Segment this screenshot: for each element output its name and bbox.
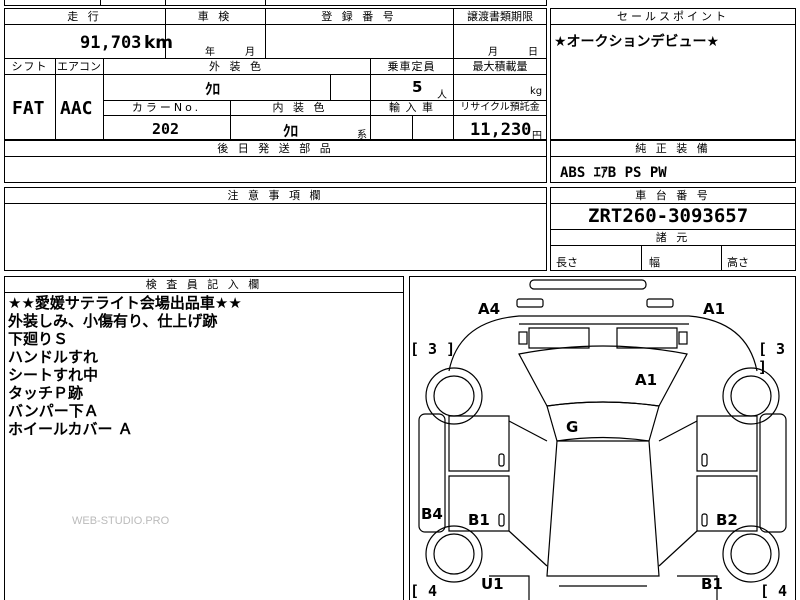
top-partial-row (4, 0, 547, 6)
caution-header: 注 意 事 項 欄 (5, 189, 546, 202)
shift-value: FAT (12, 98, 45, 119)
watermark: WEB-STUDIO.PRO (72, 515, 170, 527)
import-header: 輸 入 車 (371, 101, 452, 114)
mark-b4: B4 (421, 505, 443, 523)
later-parts-header: 後 日 発 送 部 品 (5, 142, 546, 155)
note-line: ★★愛媛サテライト会場出品車★★ (8, 294, 242, 312)
transfer-day-label: 日 (528, 47, 538, 58)
grid-line (4, 292, 404, 293)
mark-b1-bottom: B1 (701, 575, 723, 593)
bracket-front-right: [ 3 ] (758, 340, 786, 376)
aircon-header: エアコン (56, 60, 102, 73)
odometer-header: 走 行 (5, 10, 164, 23)
inspector-notes-list: ★★愛媛サテライト会場出品車★★ 外装しみ、小傷有り、仕上げ跡 下廻りＳ ハンド… (8, 294, 242, 438)
sales-point-box (550, 8, 796, 140)
max-load-unit: kg (530, 86, 543, 97)
grid-line (412, 115, 413, 140)
mark-u1: U1 (481, 575, 504, 593)
shift-header: シフト (5, 60, 54, 73)
interior-color-value: ｸﾛ (283, 122, 299, 140)
note-line: 外装しみ、小傷有り、仕上げ跡 (8, 312, 218, 330)
genuine-equipment-header: 純 正 装 備 (551, 142, 795, 155)
inspection-year-label: 年 (205, 47, 215, 58)
recycle-value: 11,230 (470, 120, 532, 140)
capacity-value: 5 (412, 78, 423, 96)
transfer-month-label: 月 (488, 47, 498, 58)
recycle-header: リサイクル預託金 (454, 101, 546, 114)
car-diagram (418, 279, 787, 600)
dimension-height-label: 高さ (727, 256, 749, 269)
capacity-header: 乗車定員 (371, 60, 452, 73)
bracket-rear-left: [ 4 (410, 582, 438, 600)
grid-line (4, 203, 547, 204)
grid-line (550, 203, 796, 204)
registration-header: 登 録 番 号 (266, 10, 452, 23)
grid-line (721, 245, 722, 271)
grid-line (330, 74, 331, 100)
mark-a4: A4 (478, 300, 501, 318)
note-line: ホイールカバー Ａ (8, 420, 133, 438)
top-partial-divider (265, 0, 266, 6)
top-partial-divider (100, 0, 101, 6)
bracket-rear-right: [ 4 (760, 582, 788, 600)
inspection-header: 車 検 (166, 10, 264, 23)
genuine-equipment-value: ABS ｴｱB PS PW (560, 165, 667, 181)
note-line: 下廻りＳ (8, 330, 69, 348)
chassis-header: 車 台 番 号 (551, 189, 795, 202)
grid-line (550, 24, 796, 25)
inspection-month-label: 月 (245, 47, 255, 58)
note-line: バンパー下Ａ (8, 402, 99, 420)
color-no-value: 202 (152, 120, 180, 138)
grid-line (550, 245, 796, 246)
dimension-length-label: 長さ (556, 256, 578, 269)
transfer-docs-header: 譲渡書類期限 (454, 10, 546, 23)
top-partial-divider (165, 0, 166, 6)
note-line: ハンドルすれ (8, 348, 99, 366)
exterior-color-value: ｸﾛ (205, 80, 221, 98)
bracket-front-left: [ 3 ] (410, 340, 456, 358)
aircon-value: AAC (60, 98, 93, 119)
interior-color-header: 内 装 色 (231, 101, 369, 114)
mark-b2: B2 (716, 511, 738, 529)
note-line: タッチＰ跡 (8, 384, 84, 402)
dimensions-header: 諸 元 (551, 231, 795, 244)
grid-line (4, 58, 547, 59)
grid-line (103, 115, 547, 116)
odometer-value: 91,703 (80, 33, 142, 53)
mark-b1-left: B1 (468, 511, 490, 529)
sales-point-text: ★オークションデビュー★ (554, 34, 720, 50)
odometer-unit: km (144, 33, 174, 53)
chassis-value: ZRT260-3093657 (588, 205, 749, 227)
sales-point-header: セールスポイント (551, 10, 795, 23)
inspector-notes-header: 検 査 員 記 入 欄 (5, 278, 403, 291)
max-load-header: 最大積載量 (454, 60, 546, 73)
exterior-color-header: 外 装 色 (104, 60, 369, 73)
capacity-unit: 人 (437, 90, 447, 101)
grid-line (641, 245, 642, 271)
grid-line (4, 24, 547, 25)
color-no-header: カラーNo. (104, 101, 229, 114)
dimension-width-label: 幅 (649, 256, 660, 269)
grid-line (4, 156, 547, 157)
interior-color-suffix: 系 (357, 130, 367, 141)
mark-a1-hood: A1 (635, 371, 658, 389)
mark-g: G (566, 418, 579, 436)
grid-line (550, 156, 796, 157)
mark-a1-top: A1 (703, 300, 726, 318)
grid-line (4, 74, 547, 75)
note-line: シートすれ中 (8, 366, 99, 384)
grid-line (550, 229, 796, 230)
